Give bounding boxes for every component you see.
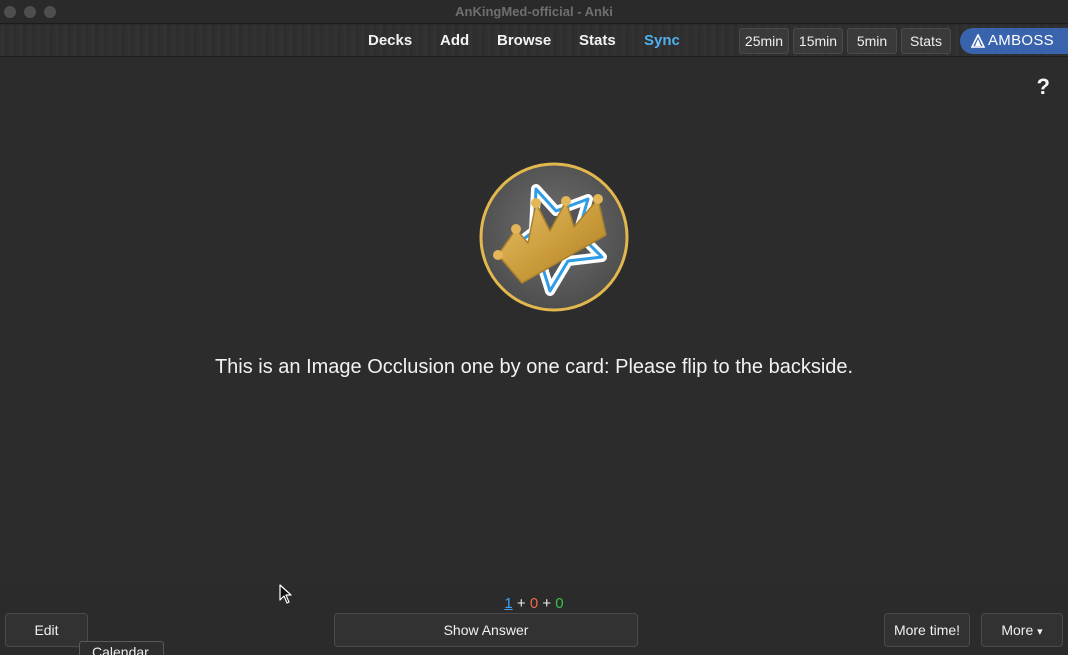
more-label: More xyxy=(1001,622,1034,638)
card-question-text: This is an Image Occlusion one by one ca… xyxy=(214,356,854,378)
dropdown-arrow-icon: ▾ xyxy=(1037,626,1043,638)
new-count: 1 xyxy=(504,595,513,612)
timer-stats-button[interactable]: Stats xyxy=(901,28,951,54)
review-area: ? This is an Image Occlusion one by one … xyxy=(0,58,1068,586)
nav-browse[interactable]: Browse xyxy=(497,32,551,49)
count-plus: + xyxy=(516,595,526,612)
timer-25min-button[interactable]: 25min xyxy=(739,28,789,54)
top-toolbar: Decks Add Browse Stats Sync 25min 15min … xyxy=(0,25,1068,57)
learn-count: 0 xyxy=(529,595,539,612)
nav-decks[interactable]: Decks xyxy=(368,32,412,49)
due-counts: 1 + 0 + 0 xyxy=(0,595,1068,612)
nav-add[interactable]: Add xyxy=(440,32,469,49)
more-button[interactable]: More ▾ xyxy=(981,613,1063,647)
mouse-cursor-icon xyxy=(279,584,292,604)
review-count: 0 xyxy=(555,595,564,612)
edit-button[interactable]: Edit xyxy=(5,613,88,647)
title-bar: AnKingMed-official - Anki xyxy=(0,0,1068,24)
show-answer-button[interactable]: Show Answer xyxy=(334,613,638,647)
anking-logo xyxy=(479,162,629,312)
window-title: AnKingMed-official - Anki xyxy=(455,4,613,19)
timer-15min-button[interactable]: 15min xyxy=(793,28,843,54)
count-plus: + xyxy=(542,595,552,612)
help-icon[interactable]: ? xyxy=(1037,74,1050,100)
calendar-tooltip: Calendar xyxy=(79,641,164,655)
more-time-button[interactable]: More time! xyxy=(884,613,970,647)
timer-5min-button[interactable]: 5min xyxy=(847,28,897,54)
amboss-label: AMBOSS xyxy=(988,32,1054,49)
amboss-button[interactable]: AMBOSS xyxy=(960,28,1068,54)
nav-sync[interactable]: Sync xyxy=(644,32,680,49)
anki-window: AnKingMed-official - Anki Decks Add Brow… xyxy=(0,0,1068,655)
nav-stats[interactable]: Stats xyxy=(579,32,616,49)
amboss-logo-icon xyxy=(971,34,985,48)
